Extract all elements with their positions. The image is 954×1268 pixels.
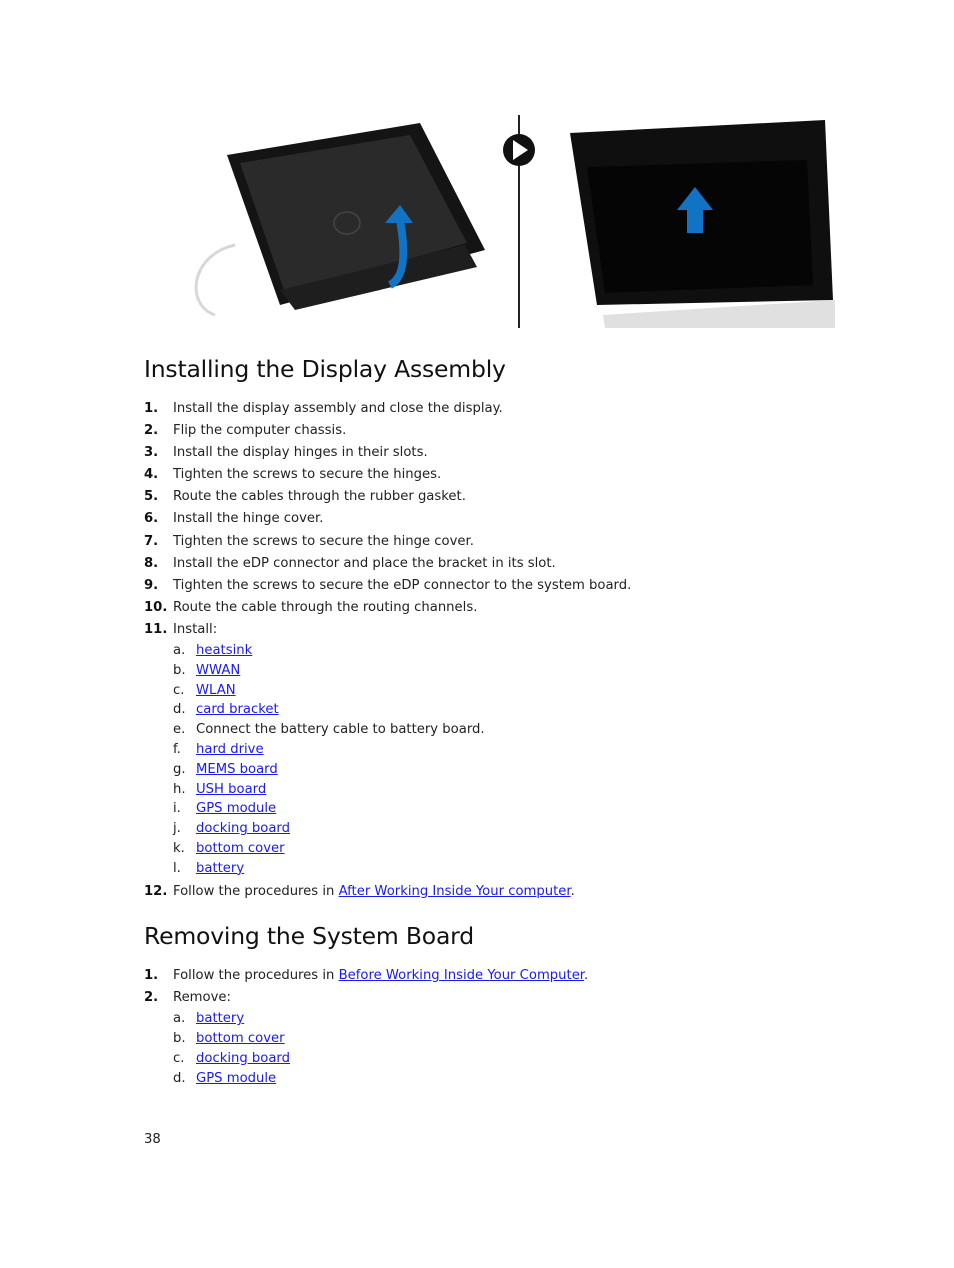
link-docking-board[interactable]: docking board <box>196 1051 290 1066</box>
link-heatsink[interactable]: heatsink <box>196 643 252 658</box>
page-number: 38 <box>144 1132 161 1147</box>
step-number: 9. <box>144 577 159 593</box>
step-text: Flip the computer chassis. <box>173 423 347 439</box>
figure-svg <box>194 115 835 328</box>
step-number: 2. <box>144 990 159 1006</box>
link-after-working-inside[interactable]: After Working Inside Your computer <box>339 884 571 899</box>
step-number: 8. <box>144 555 159 571</box>
step-number: 10. <box>144 599 168 615</box>
step-text: Follow the procedures in After Working I… <box>173 881 575 903</box>
step-text-prefix: Follow the procedures in <box>173 968 339 983</box>
step-text: Route the cables through the rubber gask… <box>173 489 466 505</box>
sub-letter: h. <box>173 781 186 797</box>
sub-letter: a. <box>173 643 186 659</box>
step-text: Tighten the screws to secure the hinges. <box>173 467 442 483</box>
sub-letter: c. <box>173 682 185 698</box>
right-illustration <box>570 120 835 328</box>
link-hard-drive[interactable]: hard drive <box>196 742 264 757</box>
step-number: 11. <box>144 621 168 637</box>
link-gps-module[interactable]: GPS module <box>196 1071 276 1086</box>
step-text: Install the display assembly and close t… <box>173 401 503 416</box>
step-text-suffix: . <box>570 883 575 899</box>
procedure-figure <box>185 115 840 330</box>
step-text: Route the cable through the routing chan… <box>173 599 478 615</box>
sub-letter: f. <box>173 742 181 758</box>
sub-letter: k. <box>173 841 185 856</box>
step-text: Follow the procedures in Before Working … <box>173 965 588 987</box>
step-number: 3. <box>144 445 159 461</box>
step-text-suffix: . <box>584 968 589 983</box>
link-wlan[interactable]: WLAN <box>196 683 236 698</box>
step-text: Install: <box>173 621 218 637</box>
tether-cable <box>194 243 236 317</box>
sub-letter: a. <box>173 1011 186 1027</box>
sub-letter: l. <box>173 860 181 876</box>
step-text: Remove: <box>173 990 231 1006</box>
sub-letter: d. <box>173 1070 186 1086</box>
link-gps-module[interactable]: GPS module <box>196 801 276 816</box>
step-text: Tighten the screws to secure the eDP con… <box>173 577 632 593</box>
link-card-bracket[interactable]: card bracket <box>196 702 279 717</box>
left-illustration <box>194 123 485 317</box>
link-wwan[interactable]: WWAN <box>196 663 240 678</box>
sub-letter: c. <box>173 1050 185 1066</box>
step-number: 6. <box>144 511 159 527</box>
link-bottom-cover[interactable]: bottom cover <box>196 1031 285 1046</box>
link-ush-board[interactable]: USH board <box>196 782 266 797</box>
sub-letter: b. <box>173 1030 186 1046</box>
sub-letter: i. <box>173 801 181 817</box>
step-text-prefix: Follow the procedures in <box>173 883 339 899</box>
sub-text: Connect the battery cable to battery boa… <box>196 722 485 738</box>
step-number: 4. <box>144 467 159 483</box>
sub-letter: g. <box>173 761 186 777</box>
link-battery[interactable]: battery <box>196 1011 244 1026</box>
step-text: Install the display hinges in their slot… <box>173 445 428 461</box>
section-title-removing-system-board: Removing the System Board <box>144 922 474 950</box>
link-mems-board[interactable]: MEMS board <box>196 762 278 777</box>
step-number: 1. <box>144 401 159 416</box>
step-text: Tighten the screws to secure the hinge c… <box>173 533 474 549</box>
keyboard-base <box>603 300 835 328</box>
step-number: 12. <box>144 883 168 899</box>
section-title-installing-display-assembly: Installing the Display Assembly <box>144 355 506 383</box>
sub-letter: b. <box>173 662 186 678</box>
link-bottom-cover[interactable]: bottom cover <box>196 841 285 856</box>
sub-letter: e. <box>173 722 186 738</box>
step-number: 2. <box>144 423 159 439</box>
sub-letter: j. <box>173 821 181 837</box>
link-docking-board[interactable]: docking board <box>196 821 290 836</box>
sub-letter: d. <box>173 702 186 718</box>
link-before-working-inside[interactable]: Before Working Inside Your Computer <box>339 968 584 983</box>
link-battery[interactable]: battery <box>196 861 244 876</box>
step-text: Install the eDP connector and place the … <box>173 555 556 571</box>
step-number: 5. <box>144 489 159 505</box>
step-number: 7. <box>144 533 159 549</box>
step-number: 1. <box>144 968 159 983</box>
step-text: Install the hinge cover. <box>173 511 324 527</box>
